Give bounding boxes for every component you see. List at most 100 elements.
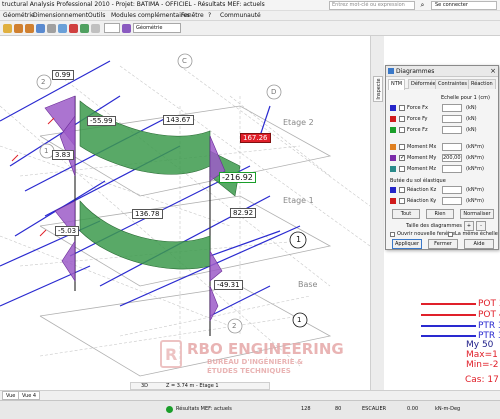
row-moment-my: ✓ Moment My 200,00 (kN*m) — [390, 153, 496, 163]
menu-design[interactable]: Dimensionnement — [33, 12, 88, 19]
legend-item: My 50 — [466, 340, 494, 350]
selection-count: 128 — [301, 406, 311, 412]
color-swatch — [390, 155, 396, 161]
inspector-tab[interactable]: Inspecte — [373, 76, 383, 102]
color-swatch — [390, 144, 396, 150]
window-title: tructural Analysis Professional 2010 - P… — [2, 1, 265, 8]
redo-icon[interactable] — [25, 24, 34, 33]
scale-input[interactable]: 200,00 — [442, 154, 462, 162]
dialog-title-bar[interactable]: Diagrammes × — [386, 66, 498, 77]
checkbox[interactable] — [399, 187, 405, 193]
result-arrows — [11, 117, 55, 237]
scale-input[interactable] — [442, 197, 462, 205]
row-force-fx: Force Fx (kN) — [390, 103, 496, 113]
view-mode[interactable]: 3D — [141, 383, 148, 389]
checkbox[interactable] — [399, 116, 405, 122]
result-value: -49.31 — [214, 280, 243, 290]
properties-icon[interactable] — [91, 24, 100, 33]
none-button[interactable]: Rien — [426, 209, 454, 219]
color-swatch — [390, 116, 396, 122]
scale-header: Echelle pour 1 (cm) — [441, 95, 490, 101]
help-button[interactable]: Aide — [464, 239, 494, 249]
menu-geometry[interactable]: Géométrie — [3, 12, 35, 19]
units-display[interactable]: kN-m-Deg — [435, 406, 460, 412]
legend-line — [421, 325, 476, 327]
result-value: -5.03 — [55, 226, 80, 236]
same-scale-label: La même échelle — [455, 231, 498, 237]
close-button[interactable]: Fermer — [428, 239, 458, 249]
tab-reactions[interactable]: Réaction — [468, 79, 496, 89]
scale-input[interactable] — [442, 143, 462, 151]
side-panel-tabs: Inspecte — [370, 36, 384, 390]
size-increase-button[interactable]: + — [464, 221, 474, 231]
checkbox[interactable] — [399, 127, 405, 133]
node-count: 80 — [335, 406, 342, 412]
view-tabs: Vue Vue 4 — [0, 390, 500, 400]
layout-combo[interactable] — [104, 23, 120, 33]
legend-line — [421, 335, 476, 337]
checkbox-checked[interactable]: ✓ — [399, 155, 405, 161]
menu-help[interactable]: ? — [208, 12, 211, 19]
menu-community[interactable]: Communauté — [220, 12, 261, 19]
layout-selector[interactable]: Géométrie — [133, 23, 181, 33]
row-reaction-ky: Réaction Ky (kN*m) — [390, 196, 496, 206]
scale-input[interactable] — [442, 115, 462, 123]
legend-line — [421, 303, 476, 305]
axis-label: 1 — [296, 235, 302, 244]
all-button[interactable]: Tout — [392, 209, 420, 219]
toolbar: Géométrie — [0, 21, 500, 36]
color-swatch — [390, 198, 396, 204]
checkbox[interactable] — [399, 166, 405, 172]
row-moment-mz: Moment Mz (kN*m) — [390, 164, 496, 174]
min-value-label: -216.92 — [219, 172, 256, 183]
save-icon[interactable] — [36, 24, 45, 33]
normalize-button[interactable]: Normaliser — [460, 209, 494, 219]
tab-view[interactable]: Vue — [2, 391, 20, 400]
scale-input[interactable] — [442, 104, 462, 112]
open-icon[interactable] — [3, 24, 12, 33]
row-moment-mx: Moment Mx (kN*m) — [390, 142, 496, 152]
sign-in-button[interactable]: Se connecter — [431, 1, 497, 10]
legend-item: POT 4 — [478, 310, 500, 320]
menu-bar: Géométrie Dimensionnement Outils Modules… — [0, 11, 500, 21]
open-new-window-checkbox[interactable] — [390, 232, 395, 237]
close-icon[interactable]: × — [490, 67, 496, 75]
scale-input[interactable] — [442, 165, 462, 173]
company-logo: R — [160, 340, 182, 368]
menu-tools[interactable]: Outils — [88, 12, 105, 19]
scale-input[interactable] — [442, 126, 462, 134]
legend-item: POT 3 — [478, 299, 500, 309]
scale-input[interactable] — [442, 186, 462, 194]
checkbox[interactable] — [399, 198, 405, 204]
structure-icon[interactable] — [122, 24, 131, 33]
size-decrease-button[interactable]: - — [476, 221, 486, 231]
menu-window[interactable]: Fenêtre — [181, 12, 204, 19]
undo-icon[interactable] — [14, 24, 23, 33]
axis-label: 1 — [44, 147, 49, 155]
tab-view-4[interactable]: Vue 4 — [18, 391, 41, 400]
calculate-icon[interactable] — [80, 24, 89, 33]
same-scale-checkbox[interactable] — [448, 232, 453, 237]
soil-section-label: Butée du sol élastique — [390, 178, 446, 184]
print-icon[interactable] — [47, 24, 56, 33]
checkbox[interactable] — [399, 105, 405, 111]
structure-viewport[interactable]: 2 1 C D 2 1 1 Etage 2 Etage 1 Base 0.99 … — [0, 36, 370, 390]
storey-label: Etage 2 — [283, 118, 314, 127]
search-icon[interactable]: ⌕ — [418, 1, 427, 10]
copy-icon[interactable] — [58, 24, 67, 33]
legend-item: PTR 3 — [478, 321, 500, 331]
results-status: Résultats MEF: actuels — [176, 406, 232, 412]
apply-button[interactable]: Appliquer — [392, 239, 422, 249]
search-input[interactable]: Entrez mot-clé ou expression — [329, 1, 415, 10]
dialog-title: Diagrammes — [396, 68, 435, 75]
menu-addons[interactable]: Modules complémentaires — [111, 12, 190, 19]
tab-stresses[interactable]: Contraintes — [435, 79, 470, 89]
legend-line — [421, 314, 476, 316]
tab-ntm[interactable]: NTM — [388, 79, 406, 90]
axis-label: D — [271, 88, 277, 96]
checkbox[interactable] — [399, 144, 405, 150]
size-label: Taille des diagrammes — [406, 223, 462, 229]
axis-label: 2 — [232, 322, 237, 330]
delete-icon[interactable] — [69, 24, 78, 33]
color-swatch — [390, 127, 396, 133]
